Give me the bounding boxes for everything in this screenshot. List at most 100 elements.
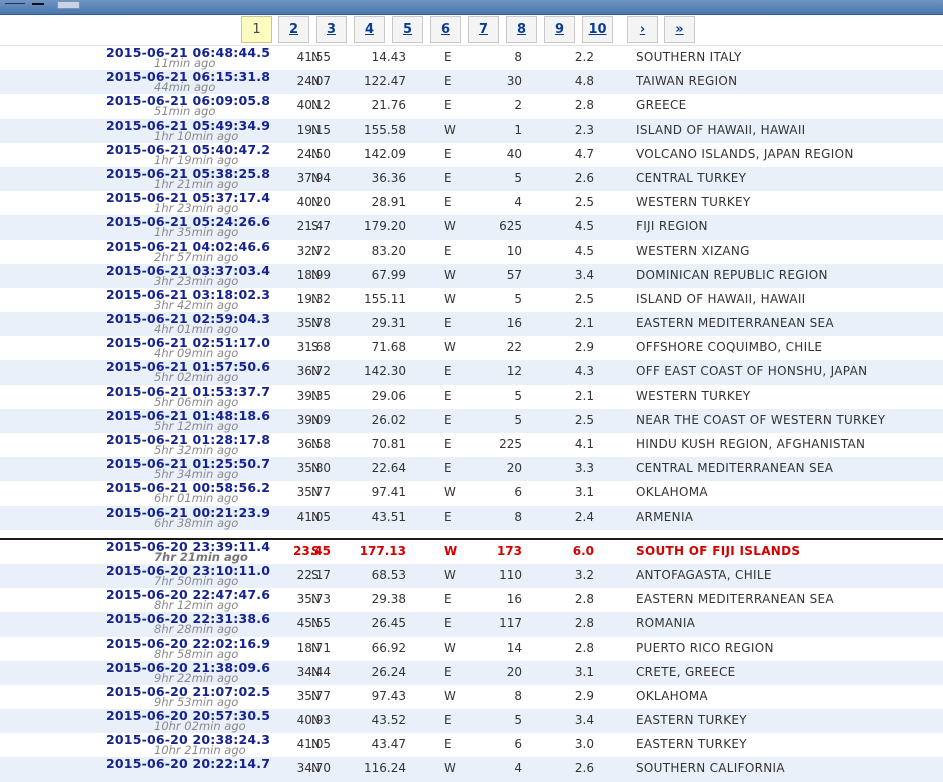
table-row: 2015-06-20 23:10:11.0 7hr 50min ago 22.17 S… [0,563,943,589]
longitude-value: 97.43 [371,688,406,703]
longitude-value: 68.53 [371,567,406,582]
longitude-value: 29.38 [371,592,406,607]
event-datetime-link[interactable]: 2015-06-20 20:22:14.7 [106,756,270,771]
region-name: WESTERN TURKEY [636,388,751,403]
longitude-value: 142.30 [364,364,406,379]
longitude-hemisphere: E [444,243,452,258]
region-name: SOUTH OF FIJI ISLANDS [636,543,801,558]
event-age: 4hr 01min ago [154,322,239,337]
event-age: 2hr 57min ago [154,249,239,264]
region-name: CRETE, GREECE [636,664,736,679]
longitude-hemisphere: W [444,640,456,655]
event-age: 1hr 10min ago [154,128,239,143]
magnitude-value: 2.1 [574,316,594,331]
magnitude-value: 3.1 [574,664,594,679]
longitude-value: 97.41 [371,485,406,500]
region-name: WESTERN XIZANG [636,243,750,258]
longitude-value: 71.68 [371,340,406,355]
latitude-hemisphere: N [311,146,320,161]
table-row: 2015-06-21 04:02:46.6 2hr 57min ago 32.72 N… [0,239,943,264]
region-name: PUERTO RICO REGION [636,640,774,655]
magnitude-value: 3.1 [574,485,594,500]
longitude-value: 22.64 [371,461,406,476]
region-name: CENTRAL TURKEY [636,170,747,185]
longitude-hemisphere: E [444,98,452,113]
region-name: OFF EAST COAST OF HONSHU, JAPAN [636,364,868,379]
page-button-4[interactable]: 4 [354,16,385,43]
region-name: HINDU KUSH REGION, AFGHANISTAN [636,437,866,451]
magnitude-value: 2.8 [574,592,594,607]
region-name: WESTERN TURKEY [636,195,751,210]
depth-value: 5 [514,388,522,403]
table-row: 2015-06-21 01:25:50.7 5hr 34min ago 35.80 N… [0,456,943,482]
page-button-1[interactable]: 1 [241,16,272,43]
latitude-hemisphere: N [311,74,320,89]
event-age: 1hr 23min ago [154,201,239,216]
region-name: FIJI REGION [636,219,708,234]
longitude-value: 179.20 [364,219,406,234]
latitude-hemisphere: N [311,122,320,137]
page-button-2[interactable]: 2 [278,16,309,43]
latitude-hemisphere: N [311,243,320,258]
page-button-5[interactable]: 5 [392,16,423,43]
latitude-hemisphere: N [311,592,320,607]
latitude-hemisphere: N [311,267,320,282]
latitude-hemisphere: S [311,340,319,355]
magnitude-value: 2.5 [574,412,594,427]
toolbar-line-icon[interactable] [5,3,25,4]
region-name: EASTERN TURKEY [636,713,747,728]
page-next-button[interactable]: › [627,16,658,43]
longitude-value: 29.06 [371,388,406,403]
region-name: EASTERN MEDITERRANEAN SEA [636,592,834,607]
event-age: 5hr 34min ago [154,467,239,482]
page-button-6[interactable]: 6 [430,16,461,43]
magnitude-value: 4.1 [574,437,594,451]
table-row: 2015-06-21 02:51:17.0 4hr 09min ago 31.68 S… [0,335,943,360]
page-button-7[interactable]: 7 [468,16,499,43]
depth-value: 5 [514,412,522,427]
latitude-hemisphere: N [311,688,320,703]
longitude-hemisphere: W [444,543,458,558]
longitude-hemisphere: W [444,485,456,500]
magnitude-value: 2.6 [574,170,594,185]
table-row: 2015-06-21 02:59:04.3 4hr 01min ago 35.78 N… [0,311,943,337]
magnitude-value: 3.4 [574,267,594,282]
table-row: 2015-06-20 22:31:38.6 8hr 28min ago 45.55 N… [0,611,943,637]
depth-value: 20 [506,664,522,679]
magnitude-value: 3.3 [574,461,594,476]
toolbar-dash-icon[interactable] [32,3,44,5]
depth-value: 5 [514,713,522,728]
longitude-hemisphere: E [444,509,452,524]
event-age: 6hr 01min ago [154,491,239,506]
region-name: OKLAHOMA [636,485,708,500]
page-last-button[interactable]: » [664,16,695,43]
page-button-10[interactable]: 10 [582,16,613,43]
longitude-hemisphere: W [444,688,456,703]
longitude-hemisphere: E [444,316,452,331]
page-button-8[interactable]: 8 [506,16,537,43]
page-button-3[interactable]: 3 [316,16,347,43]
depth-value: 5 [514,170,522,185]
page-button-9[interactable]: 9 [544,16,575,43]
longitude-value: 142.09 [364,146,406,161]
longitude-value: 14.43 [371,50,406,64]
latitude-hemisphere: N [311,616,320,631]
latitude-hemisphere: N [311,50,320,64]
longitude-hemisphere: W [444,219,456,234]
longitude-value: 43.47 [371,737,406,752]
table-row-highlighted: 2015-06-20 23:39:11.4 7hr 21min ago 23.45 S… [0,537,943,564]
longitude-value: 155.58 [364,122,406,137]
magnitude-value: 2.6 [574,761,594,776]
toolbar-image-icon[interactable] [57,1,80,9]
magnitude-value: 2.3 [574,122,594,137]
depth-value: 40 [506,146,522,161]
depth-value: 1 [514,122,522,137]
magnitude-value: 2.9 [574,688,594,703]
event-age: 6hr 38min ago [154,515,239,530]
latitude-hemisphere: N [311,461,320,476]
latitude-hemisphere: N [311,291,320,306]
magnitude-value: 4.7 [574,146,594,161]
longitude-hemisphere: W [444,267,456,282]
magnitude-value: 2.5 [574,195,594,210]
longitude-hemisphere: W [444,761,456,776]
